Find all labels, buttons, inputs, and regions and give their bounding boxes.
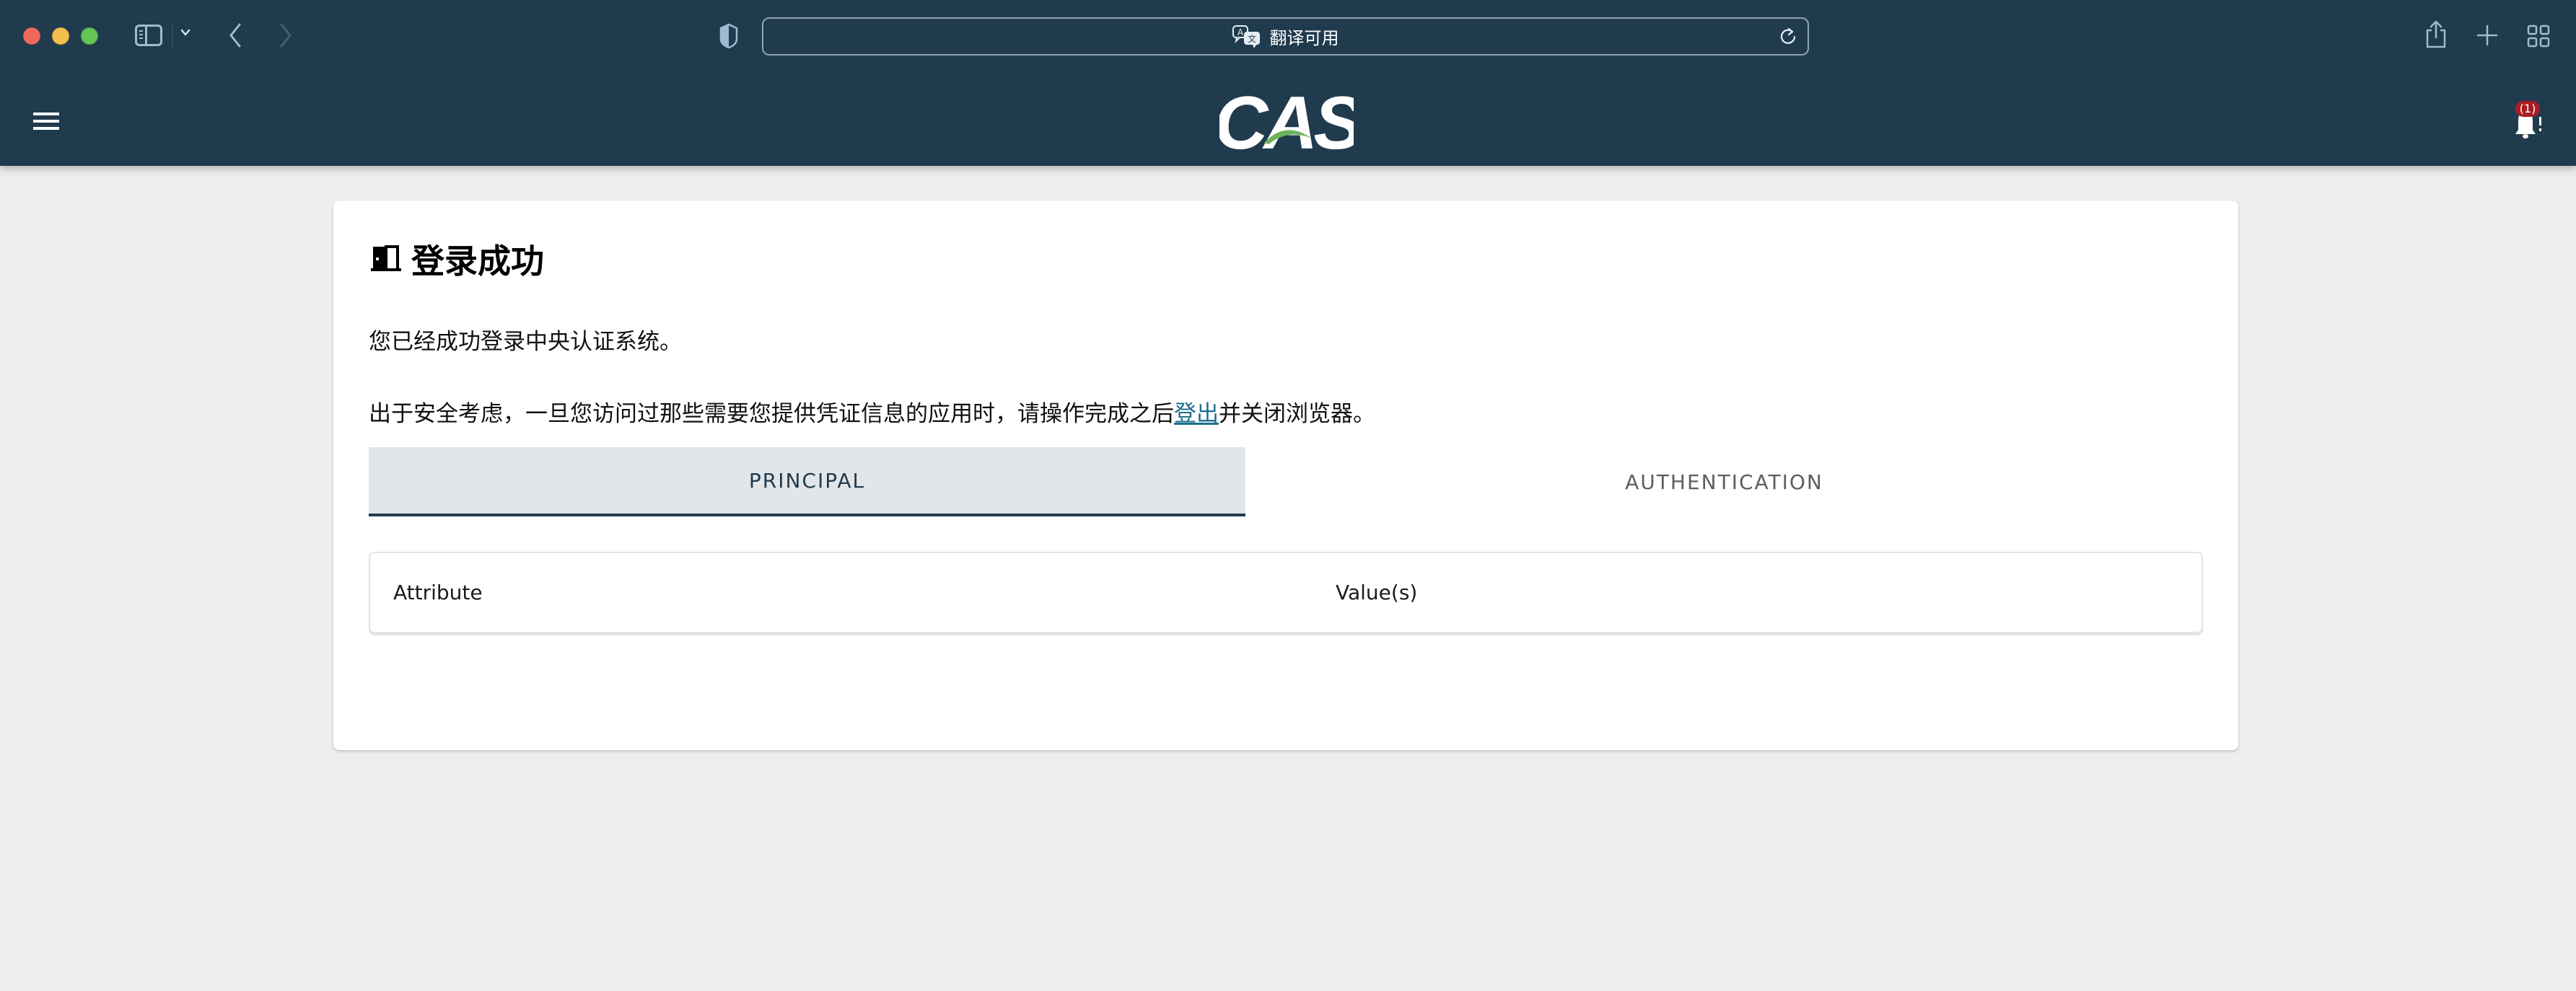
security-note-text: 出于安全考虑，一旦您访问过那些需要您提供凭证信息的应用时，请操作完成之后 bbox=[369, 401, 1174, 427]
hamburger-bar bbox=[33, 120, 59, 123]
column-header-values[interactable]: Value(s) bbox=[1336, 581, 1417, 604]
login-success-card: 登录成功 您已经成功登录中央认证系统。 出于安全考虑，一旦您访问过那些需要您提供… bbox=[333, 201, 2238, 750]
address-bar[interactable]: A 文 翻译可用 bbox=[762, 17, 1809, 56]
attributes-table: Attribute Value(s) bbox=[369, 552, 2203, 633]
page-title: 登录成功 bbox=[371, 235, 544, 283]
hamburger-bar bbox=[33, 113, 59, 115]
reload-icon[interactable] bbox=[1779, 27, 1797, 46]
address-text: 翻译可用 bbox=[1269, 28, 1339, 48]
window-minimize-button[interactable] bbox=[52, 27, 69, 45]
chevron-down-icon[interactable] bbox=[180, 27, 190, 38]
shield-icon[interactable] bbox=[719, 23, 739, 49]
notifications-button[interactable]: (1) bbox=[2508, 100, 2551, 140]
app-header: CAS (1) bbox=[0, 72, 2576, 166]
tab-principal[interactable]: PRINCIPAL bbox=[369, 447, 1245, 516]
security-note: 出于安全考虑，一旦您访问过那些需要您提供凭证信息的应用时，请操作完成之后登出并关… bbox=[369, 395, 1375, 428]
window-close-button[interactable] bbox=[23, 27, 40, 45]
chevron-left-icon[interactable] bbox=[228, 23, 242, 48]
logout-link[interactable]: 登出 bbox=[1174, 401, 1219, 427]
notification-badge: (1) bbox=[2515, 101, 2540, 117]
share-icon[interactable] bbox=[2424, 20, 2448, 49]
page-title-text: 登录成功 bbox=[411, 242, 544, 281]
cas-logo[interactable]: CAS bbox=[1219, 85, 1354, 156]
cas-logo-text: CAS bbox=[1219, 85, 1354, 156]
window-zoom-button[interactable] bbox=[81, 27, 98, 45]
svg-text:文: 文 bbox=[1247, 33, 1256, 44]
hamburger-bar bbox=[33, 127, 59, 130]
door-icon bbox=[371, 245, 401, 271]
security-note-text-end: 并关闭浏览器。 bbox=[1219, 401, 1375, 427]
hamburger-icon[interactable] bbox=[33, 113, 59, 131]
column-header-attribute[interactable]: Attribute bbox=[393, 581, 483, 604]
grid-icon[interactable] bbox=[2527, 25, 2550, 48]
tab-bar: PRINCIPAL AUTHENTICATION bbox=[369, 447, 2203, 516]
browser-toolbar: A 文 翻译可用 bbox=[0, 0, 2576, 72]
plus-icon[interactable] bbox=[2476, 25, 2498, 46]
translate-icon[interactable]: A 文 bbox=[1232, 25, 1261, 49]
toolbar-divider bbox=[172, 23, 173, 49]
success-message: 您已经成功登录中央认证系统。 bbox=[369, 329, 682, 355]
tab-authentication[interactable]: AUTHENTICATION bbox=[1245, 447, 2203, 516]
sidebar-icon[interactable] bbox=[135, 25, 162, 46]
svg-text:A: A bbox=[1237, 27, 1243, 38]
chevron-right-icon[interactable] bbox=[279, 23, 293, 48]
